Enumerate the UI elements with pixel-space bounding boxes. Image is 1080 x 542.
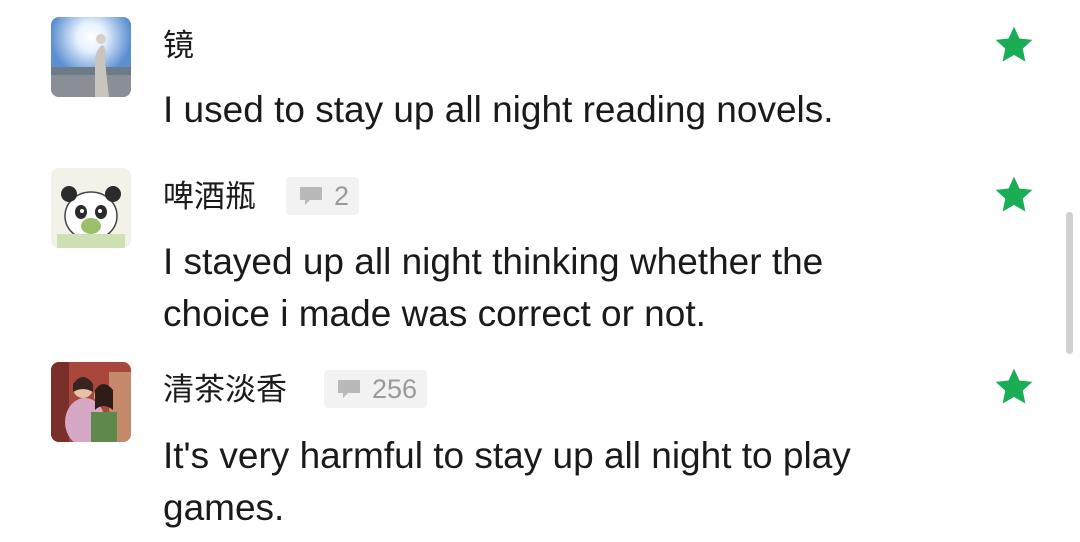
avatar[interactable] xyxy=(51,362,131,442)
username[interactable]: 啤酒瓶 xyxy=(163,177,256,217)
comment-bubble-icon xyxy=(300,187,322,205)
username[interactable]: 清茶淡香 xyxy=(163,370,287,410)
comment-text: I stayed up all night thinking whether t… xyxy=(163,236,983,340)
reply-count: 256 xyxy=(372,374,418,404)
comment-text-line: I used to stay up all night reading nove… xyxy=(163,89,834,130)
star-icon[interactable] xyxy=(993,174,1035,216)
avatar[interactable] xyxy=(51,168,131,248)
comment-item: 清茶淡香 256 It's very harmful to stay up al… xyxy=(0,350,1080,542)
comment-text-line: games. xyxy=(163,487,285,528)
comment-text-line: I stayed up all night thinking whether t… xyxy=(163,241,824,282)
star-icon[interactable] xyxy=(993,366,1035,408)
comment-text-line: choice i made was correct or not. xyxy=(163,293,706,334)
comment-text: It's very harmful to stay up all night t… xyxy=(163,430,983,534)
comment-text-line: It's very harmful to stay up all night t… xyxy=(163,435,851,476)
comment-list: 镜 I used to stay up all night reading no… xyxy=(0,0,1080,542)
avatar[interactable] xyxy=(51,17,131,97)
reply-count-badge[interactable]: 2 xyxy=(286,177,360,215)
comment-bubble-icon xyxy=(338,380,360,398)
comment-text: I used to stay up all night reading nove… xyxy=(163,84,983,136)
comment-item: 镜 I used to stay up all night reading no… xyxy=(0,0,1080,150)
star-icon[interactable] xyxy=(993,24,1035,66)
reply-count: 2 xyxy=(334,181,350,211)
reply-count-badge[interactable]: 256 xyxy=(324,370,428,408)
username[interactable]: 镜 xyxy=(163,26,194,66)
comment-item: 啤酒瓶 2 I stayed up all night thinking whe… xyxy=(0,150,1080,350)
scrollbar[interactable] xyxy=(1066,212,1073,354)
